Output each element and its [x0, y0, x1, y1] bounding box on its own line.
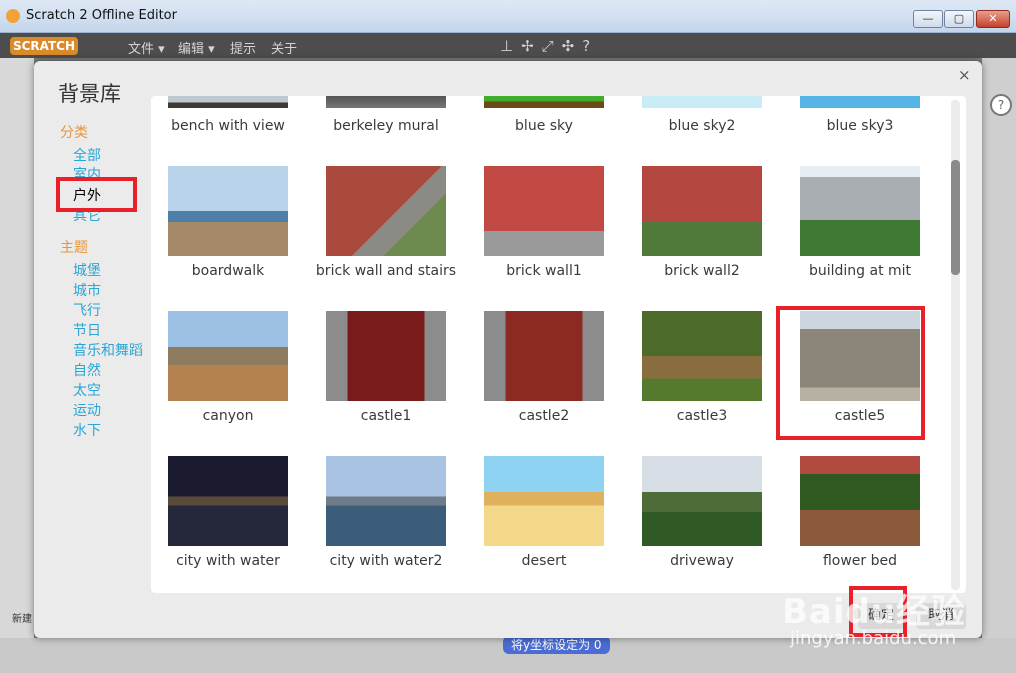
- maximize-button[interactable]: ▢: [944, 10, 974, 28]
- backdrop-label: castle3: [676, 408, 728, 424]
- dialog-title: 背景库: [58, 82, 121, 106]
- backdrop-label: blue sky2: [668, 118, 736, 134]
- backdrop-thumb-city-with-water[interactable]: [168, 456, 288, 546]
- backdrop-thumb-city-with-water2[interactable]: [326, 456, 446, 546]
- grow-icon[interactable]: ✢: [521, 37, 542, 55]
- theme-flying[interactable]: 飞行: [73, 300, 101, 320]
- close-window-button[interactable]: ✕: [976, 10, 1010, 28]
- help-question-icon[interactable]: ?: [990, 94, 1012, 116]
- grid-scrollbar-thumb[interactable]: [951, 160, 960, 275]
- backdrop-label: canyon: [202, 408, 254, 424]
- expand-icon[interactable]: ⤢: [542, 37, 562, 55]
- backdrop-thumb-building-at-mit[interactable]: [800, 166, 920, 256]
- backdrop-label: castle2: [518, 408, 570, 424]
- theme-castle[interactable]: 城堡: [73, 260, 101, 280]
- backdrop-label: blue sky: [515, 118, 573, 134]
- window-title: Scratch 2 Offline Editor: [26, 8, 177, 23]
- theme-underwater[interactable]: 水下: [73, 420, 101, 440]
- editor-background-left: [0, 58, 34, 673]
- backdrop-label: driveway: [670, 553, 734, 569]
- theme-nature[interactable]: 自然: [73, 360, 101, 380]
- set-y-block[interactable]: 将y坐标设定为 0: [503, 636, 610, 654]
- theme-music-dance[interactable]: 音乐和舞蹈: [73, 340, 143, 360]
- theme-city[interactable]: 城市: [73, 280, 101, 300]
- backdrop-thumb-castle2[interactable]: [484, 311, 604, 401]
- highlight-castle5: [776, 306, 925, 440]
- backdrop-thumb-brick-wall-and-stairs[interactable]: [326, 166, 446, 256]
- backdrop-label: blue sky3: [826, 118, 894, 134]
- backdrop-label: berkeley mural: [333, 118, 439, 134]
- backdrop-label: building at mit: [808, 263, 912, 279]
- shrink-icon[interactable]: ✣: [562, 37, 583, 55]
- new-sprite-label: 新建: [12, 614, 32, 625]
- backdrop-label: city with water: [176, 553, 280, 569]
- highlight-outdoors: [56, 177, 137, 212]
- menu-file[interactable]: 文件 ▾: [128, 38, 165, 57]
- menu-edit[interactable]: 编辑 ▾: [178, 38, 215, 57]
- backdrop-label: bench with view: [171, 118, 285, 134]
- backdrop-label: city with water2: [329, 553, 443, 569]
- help-icon[interactable]: ?: [582, 37, 598, 55]
- scratch-logo[interactable]: SCRATCH: [10, 37, 78, 55]
- stamp-icon[interactable]: ⊥: [500, 37, 521, 55]
- window-titlebar: Scratch 2 Offline Editor — ▢ ✕: [0, 0, 1016, 33]
- backdrop-label: brick wall2: [664, 263, 740, 279]
- backdrop-thumb-canyon[interactable]: [168, 311, 288, 401]
- scratch-cat-icon: [6, 9, 20, 23]
- menu-about[interactable]: 关于: [271, 38, 297, 57]
- backdrop-thumb-bench-with-view[interactable]: [168, 96, 288, 108]
- theme-sports[interactable]: 运动: [73, 400, 101, 420]
- backdrop-thumb-berkeley-mural[interactable]: [326, 96, 446, 108]
- backdrop-thumb-castle1[interactable]: [326, 311, 446, 401]
- theme-heading: 主题: [60, 240, 88, 256]
- backdrop-thumb-castle3[interactable]: [642, 311, 762, 401]
- backdrop-label: brick wall1: [506, 263, 582, 279]
- backdrop-thumb-blue-sky[interactable]: [484, 96, 604, 108]
- backdrop-label: castle1: [360, 408, 412, 424]
- theme-space[interactable]: 太空: [73, 380, 101, 400]
- category-all[interactable]: 全部: [73, 145, 101, 165]
- dialog-close-icon[interactable]: ×: [958, 66, 971, 84]
- editor-background-right: [982, 58, 1016, 673]
- backdrop-thumb-brick-wall1[interactable]: [484, 166, 604, 256]
- backdrop-thumb-blue-sky3[interactable]: [800, 96, 920, 108]
- backdrop-thumb-brick-wall2[interactable]: [642, 166, 762, 256]
- backdrop-thumb-flower-bed[interactable]: [800, 456, 920, 546]
- backdrop-label: desert: [521, 553, 567, 569]
- backdrop-thumb-blue-sky2[interactable]: [642, 96, 762, 108]
- baidu-watermark: Baidu经验: [782, 592, 967, 632]
- backdrop-thumb-driveway[interactable]: [642, 456, 762, 546]
- backdrop-label: boardwalk: [191, 263, 265, 279]
- category-heading: 分类: [60, 125, 88, 141]
- backdrop-label: brick wall and stairs: [315, 263, 457, 279]
- menu-tips[interactable]: 提示: [230, 38, 256, 57]
- minimize-button[interactable]: —: [913, 10, 943, 28]
- watermark-url: jingyan.baidu.com: [790, 628, 957, 649]
- backdrop-thumb-boardwalk[interactable]: [168, 166, 288, 256]
- backdrop-thumb-desert[interactable]: [484, 456, 604, 546]
- theme-holiday[interactable]: 节日: [73, 320, 101, 340]
- backdrop-label: flower bed: [822, 553, 898, 569]
- toolbar-icons[interactable]: ⊥✢⤢✣?: [500, 37, 598, 55]
